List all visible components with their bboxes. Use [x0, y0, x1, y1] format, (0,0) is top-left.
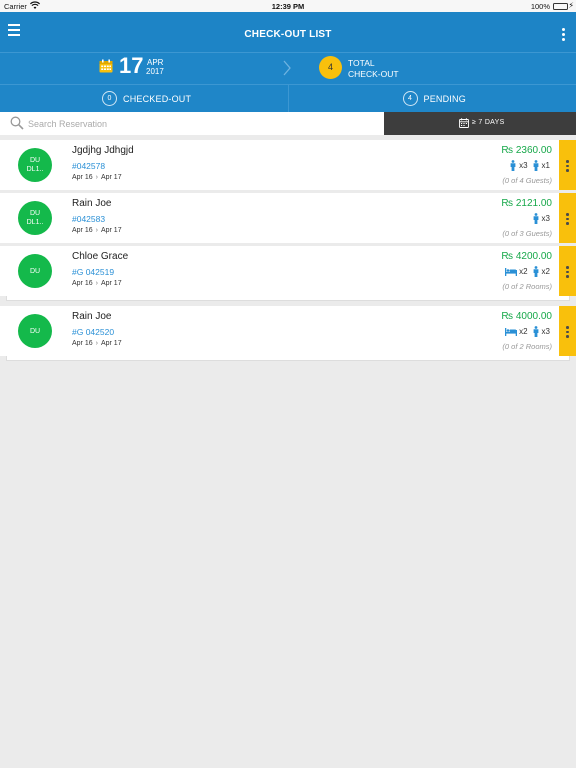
room-details-strip[interactable] — [6, 356, 570, 361]
card-actions-button[interactable] — [559, 246, 576, 296]
card-actions-button[interactable] — [559, 193, 576, 243]
room-details-strip[interactable] — [6, 296, 570, 301]
search-bar: ≥ 7 DAYS — [0, 112, 576, 135]
chevron-right-icon: › — [95, 280, 98, 287]
calendar-icon[interactable] — [99, 59, 113, 73]
calendar-icon — [459, 118, 469, 128]
assignment-note: (0 of 3 Guests) — [502, 229, 552, 238]
reservation-id[interactable]: #042583 — [72, 214, 105, 224]
adult-icon — [532, 266, 540, 277]
avatar: DU DL1.. — [18, 201, 52, 235]
assignment-note: (0 of 2 Rooms) — [502, 342, 552, 351]
charging-icon: ⚡ — [568, 1, 574, 10]
adult-icon — [532, 213, 540, 224]
amount: ₨ 4000.00 — [501, 311, 552, 322]
adult-icon — [532, 326, 540, 337]
status-tabs: 0 CHECKED-OUT 4 PENDING — [0, 84, 576, 112]
tab-label: CHECKED-OUT — [123, 94, 192, 104]
stay-dates: Apr 16 › Apr 17 — [72, 280, 122, 287]
search-icon — [10, 116, 24, 130]
tab-pending[interactable]: 4 PENDING — [287, 85, 576, 112]
occupancy: x2 x2 — [505, 266, 552, 277]
card-actions-button[interactable] — [559, 306, 576, 356]
amount: ₨ 2121.00 — [501, 198, 552, 209]
adult-icon — [509, 160, 517, 171]
days-filter-button[interactable]: ≥ 7 DAYS — [384, 112, 576, 135]
more-options-icon — [559, 140, 576, 172]
assignment-note: (0 of 4 Guests) — [502, 176, 552, 185]
search-input[interactable] — [28, 115, 368, 132]
amount: ₨ 4200.00 — [501, 251, 552, 262]
days-filter-label: ≥ 7 DAYS — [472, 119, 505, 126]
total-checkout-count: 4 — [319, 56, 342, 79]
bed-icon — [505, 267, 517, 276]
occupancy: x3 — [532, 213, 552, 224]
occupancy: x3 x1 — [509, 160, 552, 171]
guest-name: Jgdjhg Jdhgjd — [72, 145, 134, 156]
selected-month: APR — [147, 58, 164, 67]
guest-name: Chloe Grace — [72, 251, 129, 262]
bed-icon — [505, 327, 517, 336]
occupancy: x2 x3 — [505, 326, 552, 337]
more-options-icon — [559, 193, 576, 225]
reservation-id[interactable]: #042578 — [72, 161, 105, 171]
child-icon — [532, 160, 540, 171]
nav-bar: CHECK-OUT LIST — [0, 12, 576, 52]
tab-checked-out[interactable]: 0 CHECKED-OUT — [0, 85, 288, 112]
tab-label: PENDING — [423, 94, 466, 104]
amount: ₨ 2360.00 — [501, 145, 552, 156]
checkout-summary: 17 APR 2017 4 TOTAL CHECK-OUT — [0, 52, 576, 84]
stay-dates: Apr 16 › Apr 17 — [72, 227, 122, 234]
chevron-right-icon — [283, 60, 291, 76]
guest-name: Rain Joe — [72, 198, 112, 209]
chevron-right-icon: › — [95, 227, 98, 234]
reservation-id[interactable]: #G 042520 — [72, 327, 114, 337]
avatar: DU — [18, 314, 52, 348]
more-options-icon — [559, 246, 576, 278]
reservation-card[interactable]: DU Chloe Grace #G 042519 Apr 16 › Apr 17 ₨… — [0, 246, 576, 296]
card-actions-button[interactable] — [559, 140, 576, 190]
total-checkout-label: TOTAL CHECK-OUT — [348, 58, 399, 79]
page-title: CHECK-OUT LIST — [244, 29, 332, 40]
more-options-icon[interactable] — [560, 28, 566, 42]
reservation-card[interactable]: DU Rain Joe #G 042520 Apr 16 › Apr 17 ₨ 40… — [0, 306, 576, 356]
selected-day[interactable]: 17 — [119, 53, 143, 79]
reservation-card[interactable]: DU DL1.. Jgdjhg Jdhgjd #042578 Apr 16 › Ap… — [0, 140, 576, 190]
reservation-id[interactable]: #G 042519 — [72, 267, 114, 277]
assignment-note: (0 of 2 Rooms) — [502, 282, 552, 291]
status-bar: Carrier 12:39 PM 100% ⚡ — [0, 0, 576, 12]
chevron-right-icon: › — [95, 340, 98, 347]
selected-year: 2017 — [146, 67, 164, 76]
tab-count: 0 — [102, 91, 117, 106]
more-options-icon — [559, 306, 576, 338]
tab-count: 4 — [402, 91, 418, 106]
avatar: DU — [18, 254, 52, 288]
stay-dates: Apr 16 › Apr 17 — [72, 340, 122, 347]
chevron-right-icon: › — [95, 174, 98, 181]
battery-icon — [553, 3, 568, 10]
stay-dates: Apr 16 › Apr 17 — [72, 174, 122, 181]
clock: 12:39 PM — [271, 2, 305, 11]
battery-percentage: 100% — [530, 2, 550, 11]
reservation-card[interactable]: DU DL1.. Rain Joe #042583 Apr 16 › Apr 17 … — [0, 193, 576, 243]
guest-name: Rain Joe — [72, 311, 112, 322]
avatar: DU DL1.. — [18, 148, 52, 182]
